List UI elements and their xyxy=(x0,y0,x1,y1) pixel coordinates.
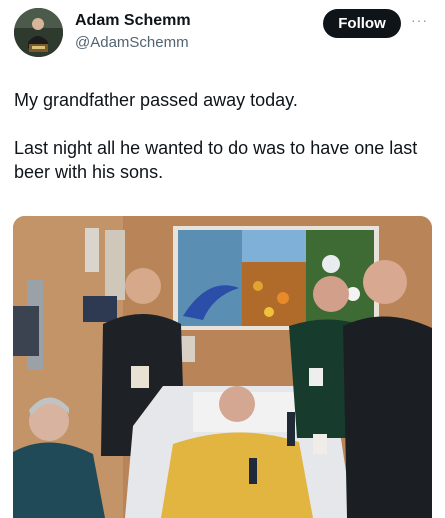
tweet-text: My grandfather passed away today. Last n… xyxy=(14,88,434,208)
tweet-paragraph: Last night all he wanted to do was to ha… xyxy=(14,138,418,182)
tweet-photo[interactable] xyxy=(13,216,432,518)
tweet-header: Adam Schemm @AdamSchemm Follow ··· xyxy=(0,0,445,70)
author-name[interactable]: Adam Schemm xyxy=(75,12,191,30)
follow-button[interactable]: Follow xyxy=(323,9,401,38)
tweet-paragraph: My grandfather passed away today. xyxy=(14,90,298,110)
photo-hospital-room-icon xyxy=(13,216,432,518)
more-options-icon[interactable]: ··· xyxy=(411,12,428,28)
author-handle[interactable]: @AdamSchemm xyxy=(75,34,189,51)
avatar-image xyxy=(14,8,63,57)
avatar[interactable] xyxy=(14,8,63,57)
